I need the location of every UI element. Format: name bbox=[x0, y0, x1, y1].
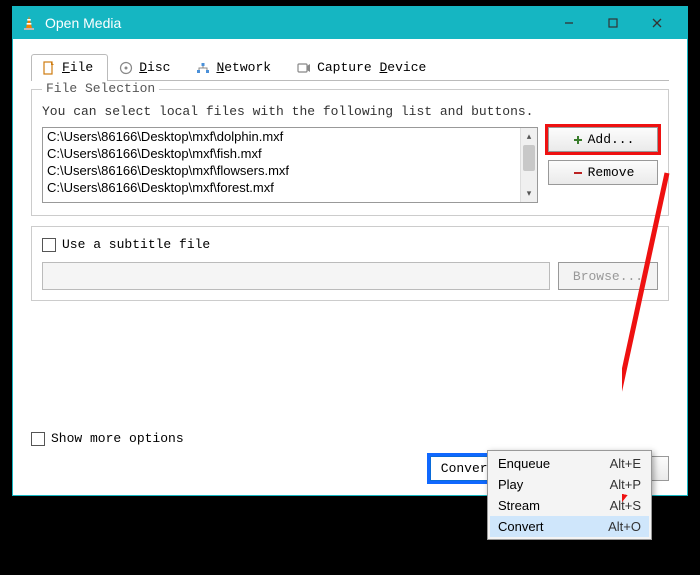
show-more-checkbox[interactable] bbox=[31, 432, 45, 446]
list-item[interactable]: C:\Users\86166\Desktop\mxf\forest.mxf bbox=[43, 179, 537, 196]
plus-icon bbox=[572, 134, 584, 146]
menu-item-play[interactable]: PlayAlt+P bbox=[490, 474, 649, 495]
subtitle-checkbox[interactable] bbox=[42, 238, 56, 252]
menu-item-enqueue[interactable]: EnqueueAlt+E bbox=[490, 453, 649, 474]
minimize-button[interactable] bbox=[547, 7, 591, 39]
capture-icon bbox=[297, 61, 311, 75]
maximize-button[interactable] bbox=[591, 7, 635, 39]
list-item[interactable]: C:\Users\86166\Desktop\mxf\dolphin.mxf bbox=[43, 128, 537, 145]
scrollbar[interactable]: ▴ ▾ bbox=[520, 128, 537, 202]
menu-item-stream[interactable]: StreamAlt+S bbox=[490, 495, 649, 516]
scroll-thumb[interactable] bbox=[523, 145, 535, 171]
disc-icon bbox=[119, 61, 133, 75]
file-list[interactable]: C:\Users\86166\Desktop\mxf\dolphin.mxf C… bbox=[42, 127, 538, 203]
minus-icon bbox=[572, 167, 584, 179]
dialog-content: File Disc Network Capture Device File Se… bbox=[13, 39, 687, 313]
file-icon bbox=[42, 61, 56, 75]
subtitle-group: Use a subtitle file Browse... bbox=[31, 226, 669, 301]
open-media-window: Open Media File Disc Ne bbox=[12, 6, 688, 496]
group-hint: You can select local files with the foll… bbox=[42, 104, 658, 119]
scroll-up-icon[interactable]: ▴ bbox=[521, 128, 537, 145]
network-icon bbox=[196, 61, 210, 75]
show-more-label: Show more options bbox=[51, 431, 184, 446]
tab-bar: File Disc Network Capture Device bbox=[31, 53, 669, 81]
close-button[interactable] bbox=[635, 7, 679, 39]
subtitle-label: Use a subtitle file bbox=[62, 237, 210, 252]
menu-item-convert[interactable]: ConvertAlt+O bbox=[490, 516, 649, 537]
convert-save-menu: EnqueueAlt+E PlayAlt+P StreamAlt+S Conve… bbox=[487, 450, 652, 540]
list-item[interactable]: C:\Users\86166\Desktop\mxf\fish.mxf bbox=[43, 145, 537, 162]
remove-button[interactable]: Remove bbox=[548, 160, 658, 185]
tab-disc[interactable]: Disc bbox=[108, 54, 185, 81]
subtitle-path-input[interactable] bbox=[42, 262, 550, 290]
tab-file[interactable]: File bbox=[31, 54, 108, 81]
titlebar: Open Media bbox=[13, 7, 687, 39]
browse-button: Browse... bbox=[558, 262, 658, 290]
group-title: File Selection bbox=[42, 81, 159, 96]
add-button[interactable]: Add... bbox=[548, 127, 658, 152]
file-selection-group: File Selection You can select local file… bbox=[31, 89, 669, 216]
window-buttons bbox=[547, 7, 679, 39]
vlc-cone-icon bbox=[21, 15, 37, 31]
scroll-down-icon[interactable]: ▾ bbox=[521, 185, 537, 202]
window-title: Open Media bbox=[45, 15, 547, 31]
tab-capture-device[interactable]: Capture Device bbox=[286, 54, 441, 81]
list-item[interactable]: C:\Users\86166\Desktop\mxf\flowsers.mxf bbox=[43, 162, 537, 179]
tab-network[interactable]: Network bbox=[185, 54, 286, 81]
